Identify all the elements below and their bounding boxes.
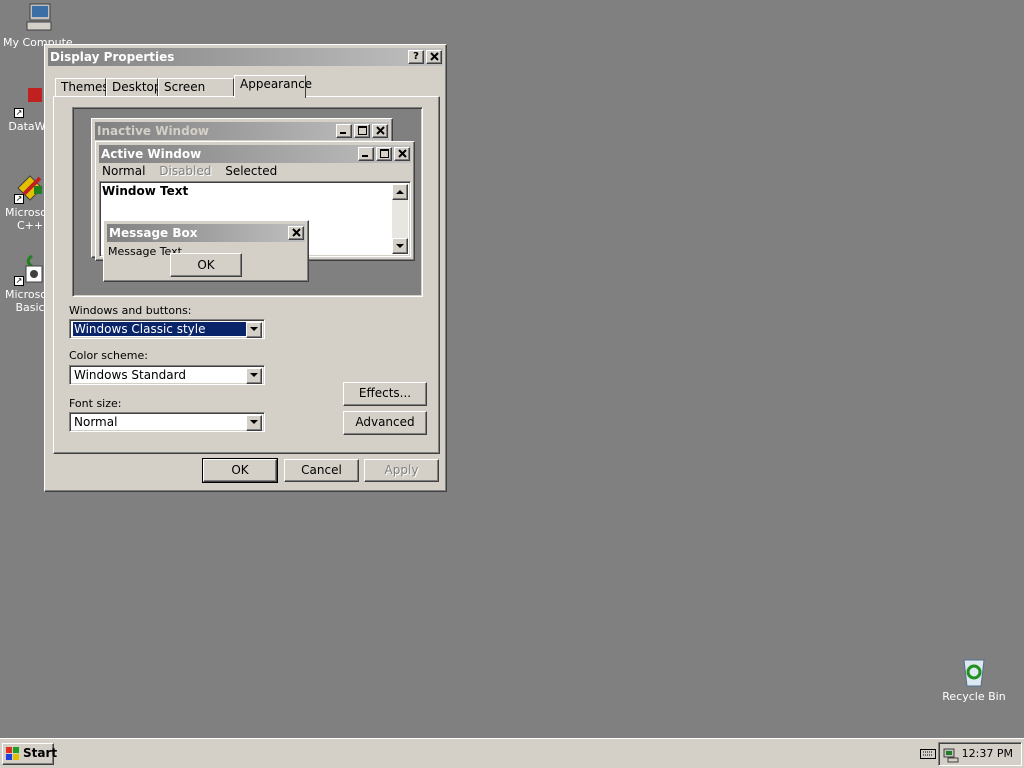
display-properties-dialog: Display Properties ? Themes Desktop Scre… [44,44,447,492]
chevron-down-icon [250,373,258,377]
color-scheme-value: Windows Standard [74,368,186,382]
minimize-button [336,124,352,138]
color-scheme-select[interactable]: Windows Standard [69,365,265,385]
chevron-down-icon [250,420,258,424]
start-button[interactable]: Start [2,743,58,766]
window-text: Window Text [102,184,189,198]
active-window-titlebar: Active Window [99,145,411,163]
scroll-down-arrow-icon [396,244,404,248]
font-size-label: Font size: [69,397,122,410]
message-box-ok-button: OK [170,253,242,277]
cancel-button[interactable]: Cancel [284,459,359,482]
scroll-up-arrow-icon [396,190,404,194]
close-button[interactable] [426,50,442,64]
maximize-button [376,147,392,161]
effects-button[interactable]: Effects... [343,382,427,406]
dialog-titlebar[interactable]: Display Properties ? [48,48,443,66]
minimize-button [358,147,374,161]
close-button [372,124,388,138]
menu-normal: Normal [102,164,146,178]
font-size-value: Normal [74,415,118,429]
dropdown-button[interactable] [246,415,262,431]
minimize-icon [362,155,368,157]
preview-menu-bar: Normal Disabled Selected [100,164,277,178]
appearance-panel: Inactive Window Active Window Normal Dis… [53,96,440,454]
close-icon [397,149,407,158]
desktop-icon-label: Recycle Bin [942,690,1006,703]
tab-appearance[interactable]: Appearance [234,75,312,98]
shortcut-arrow-icon: ↗ [14,194,24,204]
message-box-title: Message Box [109,226,198,240]
menu-disabled: Disabled [159,164,212,178]
start-label: Start [23,746,58,760]
shortcut-arrow-icon: ↗ [14,276,24,286]
close-icon [429,52,439,61]
desktop-icon-my-computer[interactable]: My Computer [0,2,76,49]
help-icon: ? [413,51,419,62]
minimize-icon [340,132,346,134]
my-computer-icon [22,2,54,34]
maximize-icon [379,149,389,158]
maximize-icon [357,126,367,135]
close-icon [375,126,385,135]
maximize-button [354,124,370,138]
recycle-bin-icon [958,656,990,688]
tab-themes[interactable]: Themes [55,78,109,97]
font-size-select[interactable]: Normal [69,412,265,432]
windows-logo-icon [6,747,20,766]
scroll-down-button [392,238,408,254]
close-button [288,226,304,240]
menu-selected: Selected [225,164,278,178]
dropdown-button[interactable] [246,322,262,338]
clock[interactable]: 12:37 PM [962,747,1013,761]
dialog-title: Display Properties [50,50,175,64]
windows-buttons-label: Windows and buttons: [69,304,192,317]
windows-buttons-select[interactable]: Windows Classic style [69,319,265,339]
advanced-button[interactable]: Advanced [343,411,427,435]
scroll-up-button [392,184,408,200]
keyboard-icon[interactable] [920,747,936,759]
chevron-down-icon [250,327,258,331]
datawa-icon: ↗ [14,86,46,118]
network-icon[interactable] [943,747,959,766]
tab-desktop[interactable]: Desktop [106,78,162,97]
active-window-title: Active Window [101,147,202,161]
tab-screen-saver[interactable]: Screen Saver [158,78,234,111]
visual-cpp-icon: ↗ [14,172,46,204]
desktop-icon-recycle-bin[interactable]: Recycle Bin [936,656,1012,703]
inactive-window-title: Inactive Window [97,124,210,138]
help-button[interactable]: ? [408,50,424,64]
shortcut-arrow-icon: ↗ [14,108,24,118]
close-button [394,147,410,161]
ok-button[interactable]: OK [202,458,278,483]
inactive-window-titlebar: Inactive Window [95,122,389,140]
preview-scrollbar [392,184,408,254]
visual-basic-icon: ↗ [14,254,46,286]
appearance-preview: Inactive Window Active Window Normal Dis… [72,107,423,297]
message-box-titlebar: Message Box [107,224,305,242]
apply-button[interactable]: Apply [364,459,439,482]
preview-message-box: Message Box Message Text OK [103,220,309,282]
system-tray: 12:37 PM [938,742,1022,766]
close-icon [291,228,301,237]
dropdown-button[interactable] [246,368,262,384]
taskbar: Start 12:37 PM [0,738,1024,768]
windows-buttons-value: Windows Classic style [72,321,248,337]
color-scheme-label: Color scheme: [69,349,148,362]
